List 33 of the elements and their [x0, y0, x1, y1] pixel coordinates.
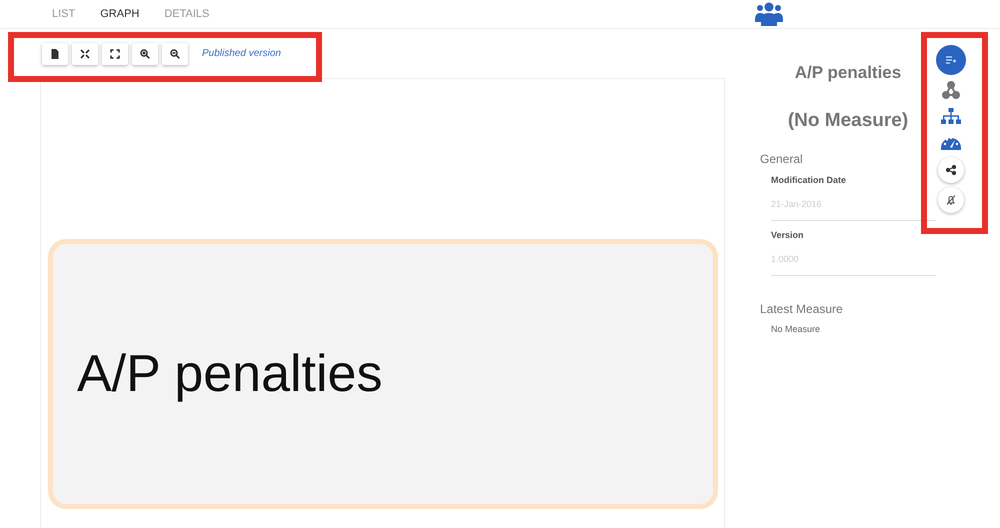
toolbar-button[interactable] — [132, 42, 158, 64]
toolbar-button[interactable] — [42, 42, 68, 64]
zoom-out-icon — [170, 48, 180, 58]
fit-icon — [80, 48, 90, 58]
nodes-button[interactable] — [939, 79, 963, 101]
hierarchy-button[interactable] — [939, 105, 963, 127]
toolbar-button[interactable] — [72, 42, 98, 64]
zoom-in-icon — [140, 48, 150, 58]
section-text: No Measure — [771, 324, 822, 334]
share-button[interactable] — [938, 157, 964, 183]
add-item-button[interactable] — [936, 45, 966, 75]
tab[interactable]: LIST — [52, 8, 76, 20]
users-icon[interactable] — [755, 2, 783, 26]
mute-button[interactable] — [938, 187, 964, 213]
tab[interactable]: DETAILS — [164, 8, 210, 20]
document-icon — [50, 48, 60, 58]
toolbar-button[interactable] — [162, 42, 188, 64]
section-heading: General — [760, 152, 804, 166]
field-label: Modification Date — [771, 175, 848, 185]
detail-subtitle: (No Measure) — [786, 110, 910, 132]
nodes-icon — [942, 81, 960, 99]
field-label: Version — [771, 230, 805, 240]
bell-off-icon — [946, 195, 956, 205]
share-icon — [946, 165, 956, 175]
published-version-link[interactable]: Published version — [202, 48, 281, 59]
fullscreen-icon — [110, 48, 120, 58]
section-heading: Latest Measure — [760, 302, 844, 316]
add-list-icon — [946, 56, 956, 64]
graph-node[interactable]: A/P penalties — [48, 239, 718, 509]
detail-title: A/P penalties — [794, 63, 902, 84]
tab[interactable]: GRAPH — [100, 8, 140, 20]
toolbar-button[interactable] — [102, 42, 128, 64]
hierarchy-icon — [941, 108, 961, 124]
